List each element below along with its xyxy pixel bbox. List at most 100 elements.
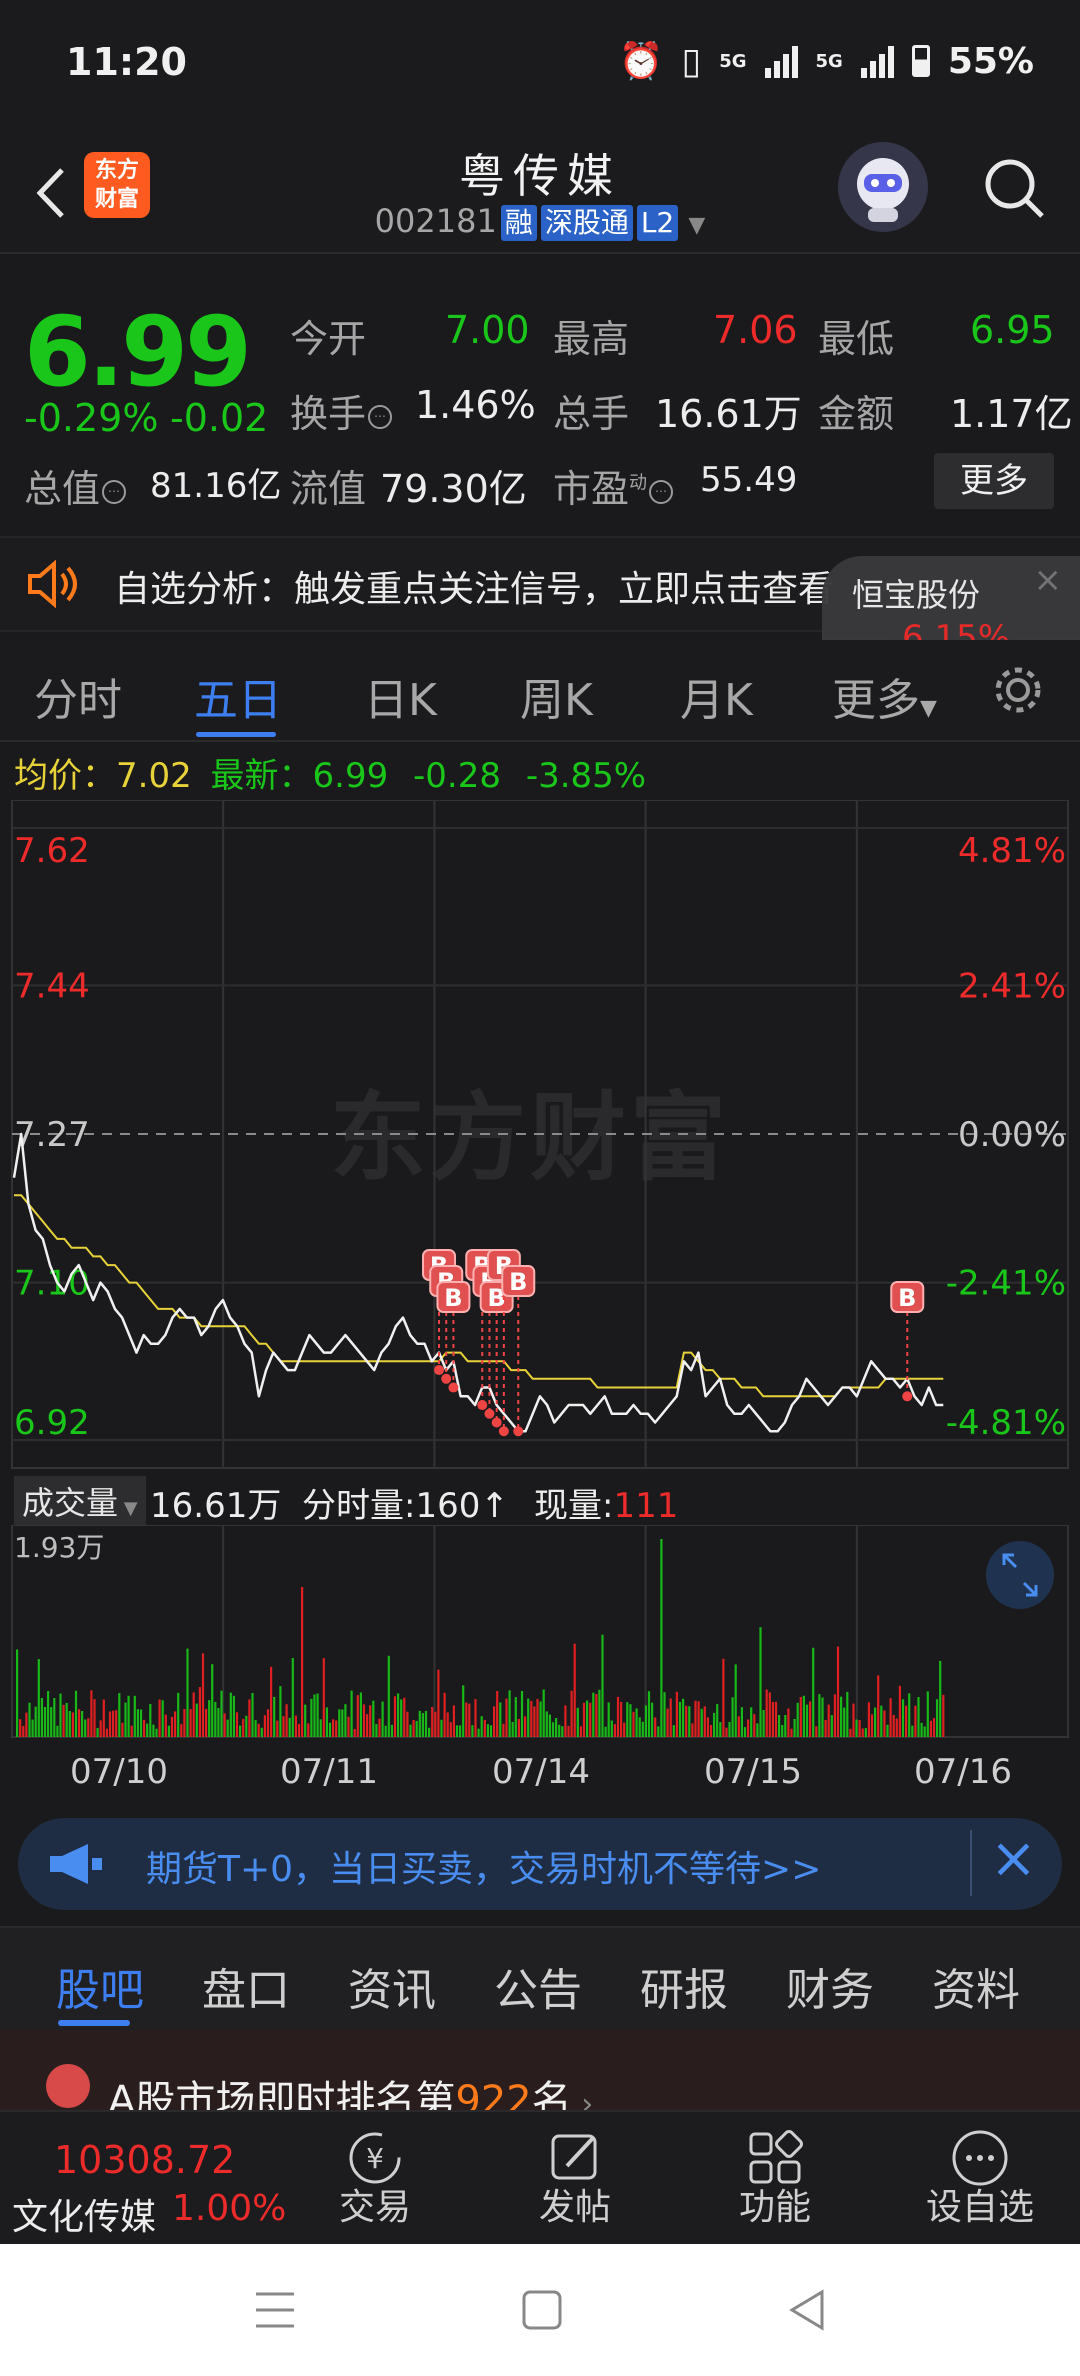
nav-add-watchlist[interactable]: 设自选: [890, 2112, 1070, 2244]
tab-weekly-k[interactable]: 周K: [520, 664, 593, 728]
promo-text: 期货T+0，当日买卖，交易时机不等待>>: [146, 1849, 822, 1890]
volume-total: 16.61万: [150, 1486, 282, 1526]
five-day-price-chart[interactable]: 7.62 4.81%7.44 2.41%7.27 0.00%7.10 -2.41%6.9…: [0, 800, 1080, 1470]
volume-bar: [118, 1693, 121, 1737]
volume-bar: [805, 1704, 809, 1737]
volume-bar: [793, 1719, 796, 1737]
volume-bar: [840, 1696, 843, 1737]
tab-daily-k[interactable]: 日K: [364, 664, 437, 728]
tab-monthly-k[interactable]: 月K: [680, 664, 753, 728]
volume-bar: [905, 1705, 908, 1737]
buy-marker-label: B: [898, 1284, 916, 1312]
volume-indicator-select[interactable]: 成交量 ▼: [14, 1476, 146, 1526]
volume-bar: [387, 1655, 390, 1737]
nav-trade[interactable]: ¥ 交易: [290, 2112, 460, 2244]
volume-bar: [669, 1698, 672, 1737]
volume-bar: [273, 1696, 276, 1737]
market-rank-row[interactable]: A股市场即时排名第922名 ›: [0, 2030, 1080, 2124]
sector-index-widget[interactable]: 10308.72 文化传媒 1.00%: [0, 2112, 290, 2244]
tab-five-day[interactable]: 五日: [194, 664, 282, 728]
volume-bar: [743, 1727, 747, 1737]
back-nav-icon[interactable]: [786, 2288, 830, 2332]
gear-graphic: [995, 667, 1041, 713]
tab-pankou[interactable]: 盘口: [202, 1954, 290, 2018]
tab-more[interactable]: 更多▼: [832, 664, 937, 728]
volume-chart[interactable]: 1.93万: [0, 1525, 1080, 1745]
volume-bar: [889, 1698, 892, 1737]
futures-promo-banner[interactable]: 期货T+0，当日买卖，交易时机不等待>> ×: [18, 1818, 1062, 1910]
volume-bar: [700, 1708, 703, 1737]
volume-bar: [108, 1711, 112, 1737]
volume-bar: [626, 1702, 629, 1737]
volume-bar: [781, 1725, 784, 1737]
volume-bar: [152, 1724, 155, 1737]
pe-label: 市盈动 ⋯: [553, 458, 674, 513]
quote-panel: 6.99 -0.29% -0.02 总值 ⋯ 81.16亿 今开 7.00 最高 …: [0, 278, 1080, 528]
volume-bar: [638, 1717, 641, 1737]
volume-bar: [802, 1695, 805, 1737]
close-icon[interactable]: ×: [1034, 560, 1063, 600]
nav-functions[interactable]: 功能: [690, 2112, 860, 2244]
volume-bar: [932, 1718, 936, 1737]
caret-icon: ▼: [118, 1498, 138, 1519]
volume-bar: [449, 1722, 452, 1737]
rank-chart-icon: [46, 2064, 90, 2108]
volume-bar: [827, 1704, 830, 1737]
tab-news[interactable]: 资讯: [348, 1954, 436, 2018]
volume-bar: [616, 1696, 620, 1737]
tab-profile[interactable]: 资料: [932, 1954, 1020, 2018]
mcap-label-text: 总值: [24, 467, 101, 511]
volume-bar: [923, 1726, 926, 1737]
volume-bar: [68, 1711, 71, 1737]
latest-label: 最新：: [210, 756, 313, 796]
volume-bar: [514, 1697, 517, 1737]
recent-apps-icon[interactable]: [250, 2288, 300, 2332]
nav-post[interactable]: 发帖: [490, 2112, 660, 2244]
tab-announcements[interactable]: 公告: [494, 1954, 582, 2018]
y-pct-label: -4.81%: [946, 1403, 1066, 1443]
volume-bar: [759, 1627, 762, 1737]
volume-bar: [737, 1716, 740, 1737]
volume-bar: [697, 1701, 700, 1737]
volume-bar: [920, 1722, 923, 1737]
content-tabs: 股吧 盘口 资讯 公告 研报 财务 资料: [0, 1926, 1080, 2030]
info-icon[interactable]: ⋯: [649, 479, 674, 504]
volume-bar: [493, 1706, 496, 1737]
search-button[interactable]: [974, 148, 1054, 228]
volume-bar: [824, 1720, 827, 1737]
date-label: 07/16: [914, 1752, 1012, 1792]
more-button[interactable]: 更多: [934, 453, 1054, 509]
volume-bar: [161, 1700, 164, 1737]
volume-bar: [870, 1714, 874, 1737]
volume-bar: [201, 1653, 205, 1737]
volume-bar: [787, 1708, 790, 1737]
tab-finance[interactable]: 财务: [786, 1954, 874, 2018]
close-icon[interactable]: ×: [990, 1826, 1037, 1891]
volume-bar: [375, 1724, 378, 1737]
tab-intraday[interactable]: 分时: [34, 664, 122, 728]
home-icon[interactable]: [520, 2288, 564, 2332]
amount-value: 1.17亿: [950, 392, 1073, 436]
volume-bar: [682, 1698, 685, 1737]
tab-research[interactable]: 研报: [640, 1954, 728, 2018]
info-icon[interactable]: ⋯: [368, 404, 393, 429]
volume-bar: [112, 1710, 115, 1737]
robot-assistant-icon[interactable]: [838, 142, 928, 232]
volume-bar: [248, 1699, 251, 1737]
volume-bar: [136, 1709, 139, 1737]
volume-bar: [232, 1695, 235, 1737]
search-icon: [985, 159, 1044, 218]
volume-bar: [208, 1700, 211, 1737]
tab-guba[interactable]: 股吧: [56, 1954, 144, 2018]
low-label: 最低: [818, 317, 895, 361]
volume-bar: [56, 1725, 59, 1737]
volume-bar: [400, 1699, 403, 1737]
volume-bar: [223, 1713, 226, 1737]
volume-bar: [898, 1685, 901, 1737]
volume-bar: [604, 1726, 607, 1737]
volume-bar: [892, 1715, 895, 1737]
settings-gear-icon[interactable]: [990, 662, 1046, 722]
info-icon[interactable]: ⋯: [102, 479, 127, 504]
volume-bar: [28, 1702, 31, 1737]
volume-bar: [446, 1712, 449, 1737]
